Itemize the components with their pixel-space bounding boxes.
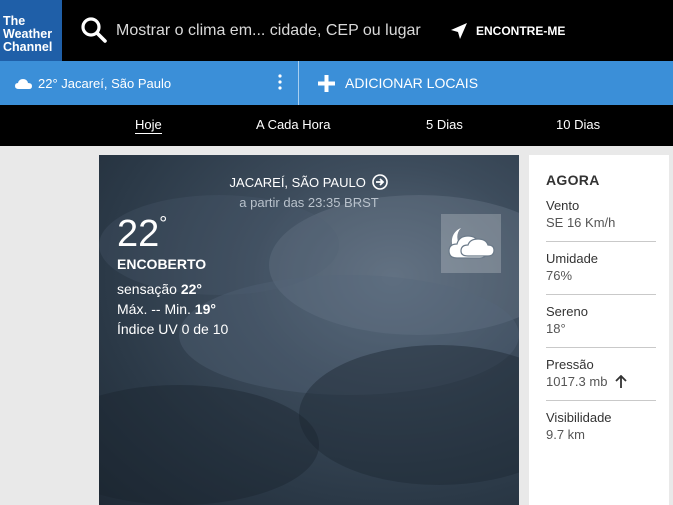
location-arrow-icon xyxy=(451,23,467,39)
stat-pressure: Pressão 1017.3 mb xyxy=(546,357,656,389)
top-bar: The Weather Channel ENCONTRE-ME xyxy=(0,0,673,61)
stat-wind: Vento SE 16 Km/h xyxy=(546,198,656,230)
stat-value: 9.7 km xyxy=(546,427,586,442)
search-input[interactable] xyxy=(116,16,436,46)
tab-10-days[interactable]: 10 Dias xyxy=(556,117,600,132)
more-options-icon[interactable] xyxy=(276,73,284,91)
stat-label: Pressão xyxy=(546,357,594,372)
add-locations-button[interactable]: ADICIONAR LOCAIS xyxy=(318,61,478,105)
tab-5-days[interactable]: 5 Dias xyxy=(426,117,463,132)
location-title[interactable]: JACAREÍ, SÃO PAULO xyxy=(99,174,519,190)
stat-value: SE 16 Km/h xyxy=(546,215,616,230)
search-icon[interactable] xyxy=(80,16,108,44)
stat-label: Vento xyxy=(546,198,580,213)
min-value: 19° xyxy=(194,301,216,317)
logo-line-3: Channel xyxy=(3,40,53,54)
cloud-moon-icon xyxy=(15,79,32,89)
location-name: JACAREÍ, SÃO PAULO xyxy=(229,175,366,190)
now-panel: AGORA Vento SE 16 Km/h Umidade 76% Seren… xyxy=(529,155,669,505)
arrow-right-circle-icon xyxy=(372,174,389,190)
current-location[interactable]: 22° Jacareí, São Paulo xyxy=(0,61,298,105)
current-location-label: 22° Jacareí, São Paulo xyxy=(38,75,172,91)
stat-label: Umidade xyxy=(546,251,599,266)
max-min-label: Máx. -- Min. xyxy=(117,301,191,317)
location-bar: 22° Jacareí, São Paulo ADICIONAR LOCAIS xyxy=(0,61,673,105)
current-conditions-card: JACAREÍ, SÃO PAULO a partir das 23:35 BR… xyxy=(99,155,519,505)
tab-today[interactable]: Hoje xyxy=(135,117,162,134)
stat-value: 18° xyxy=(546,321,566,336)
add-locations-label: ADICIONAR LOCAIS xyxy=(345,75,479,91)
temperature-value: 22 xyxy=(117,213,160,255)
partly-cloudy-night-icon xyxy=(448,228,495,259)
stat-label: Visibilidade xyxy=(546,410,612,425)
tab-hourly[interactable]: A Cada Hora xyxy=(256,117,330,132)
stat-value: 76% xyxy=(546,268,573,283)
condition-icon-box xyxy=(441,214,501,273)
stat-label: Sereno xyxy=(546,304,588,319)
arrow-up-icon xyxy=(615,374,628,388)
divider xyxy=(546,400,656,401)
condition-phrase: ENCOBERTO xyxy=(117,256,207,272)
temperature-unit: ° xyxy=(159,213,168,235)
divider xyxy=(546,294,656,295)
divider xyxy=(546,347,656,348)
uv-index: Índice UV 0 de 10 xyxy=(117,321,229,337)
divider xyxy=(546,241,656,242)
current-temperature: 22° xyxy=(117,213,167,256)
stat-dew-point: Sereno 18° xyxy=(546,304,656,336)
stat-value: 1017.3 mb xyxy=(546,374,608,389)
stat-visibility: Visibilidade 9.7 km xyxy=(546,410,656,442)
feels-like: sensação 22° xyxy=(117,281,202,297)
weather-channel-logo[interactable]: The Weather Channel xyxy=(0,0,62,61)
stat-value-row: 1017.3 mb xyxy=(546,374,656,389)
stat-humidity: Umidade 76% xyxy=(546,251,656,283)
locate-me-button[interactable]: ENCONTRE-ME xyxy=(450,22,565,40)
feels-like-label: sensação xyxy=(117,281,177,297)
now-panel-title: AGORA xyxy=(546,172,600,188)
updated-time: a partir das 23:35 BRST xyxy=(239,195,379,210)
feels-like-value: 22° xyxy=(180,281,202,297)
forecast-tabs: Hoje A Cada Hora 5 Dias 10 Dias xyxy=(0,105,673,146)
max-min: Máx. -- Min. 19° xyxy=(117,301,216,317)
location-divider xyxy=(298,61,299,105)
plus-icon xyxy=(318,74,335,92)
locate-me-label: ENCONTRE-ME xyxy=(476,24,566,38)
